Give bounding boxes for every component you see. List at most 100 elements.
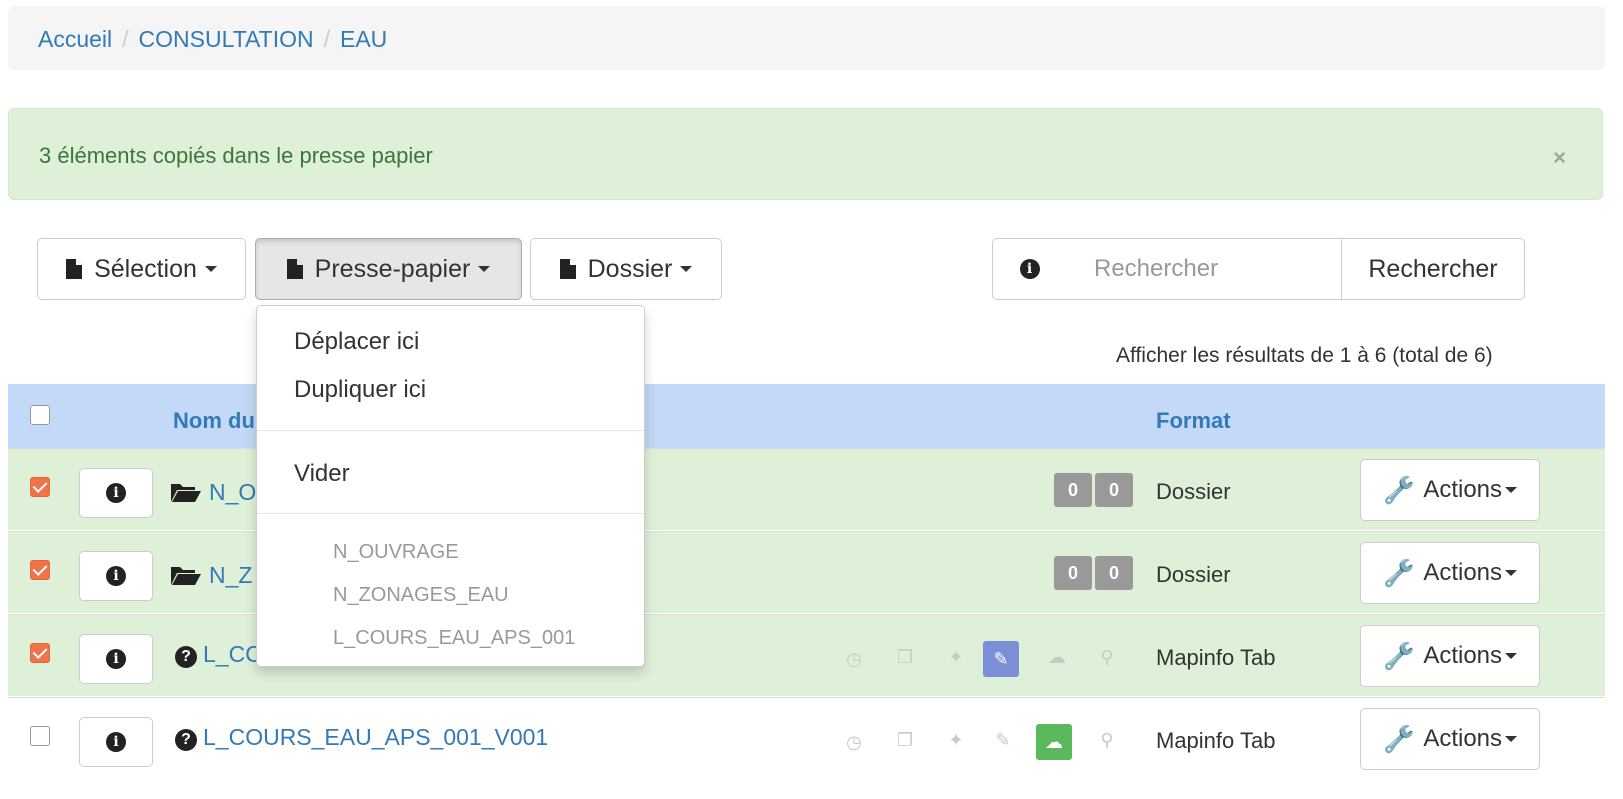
actions-label: Actions xyxy=(1423,642,1503,669)
chevron-down-icon xyxy=(1505,570,1518,576)
actions-label: Actions xyxy=(1423,476,1503,503)
row-name: N_O xyxy=(209,479,257,505)
question-icon: ? xyxy=(175,646,197,668)
info-icon: i xyxy=(106,483,126,503)
row-actions-button[interactable]: 🔧 Actions xyxy=(1360,542,1540,604)
row-format: Mapinfo Tab xyxy=(1156,645,1276,670)
row-name-link[interactable]: ? L_CO xyxy=(175,641,263,668)
wrench-icon: 🔧 xyxy=(1382,640,1416,671)
row-name-link[interactable]: N_O xyxy=(171,479,256,506)
row-info-button[interactable]: i xyxy=(79,634,153,684)
clipboard-dropdown-menu: Déplacer ici Dupliquer ici Vider N_OUVRA… xyxy=(256,305,645,667)
chevron-down-icon xyxy=(478,266,491,272)
row-name: L_COURS_EAU_APS_001_V001 xyxy=(203,724,549,750)
folder-open-icon xyxy=(171,484,201,502)
chevron-down-icon xyxy=(1505,653,1518,659)
pin-icon[interactable]: ✦ xyxy=(943,647,969,668)
actions-label: Actions xyxy=(1423,559,1503,586)
clock-icon[interactable]: ◷ xyxy=(841,649,867,670)
actions-label: Actions xyxy=(1423,725,1503,752)
paperclip-icon[interactable]: ⚲ xyxy=(1094,647,1120,668)
selection-dropdown-button[interactable]: Sélection xyxy=(37,238,246,300)
row-format: Dossier xyxy=(1156,479,1231,504)
copy-icon[interactable]: ❐ xyxy=(892,647,918,668)
column-name-header[interactable]: Nom du xyxy=(173,408,255,434)
chevron-down-icon xyxy=(680,266,693,272)
pin-icon[interactable]: ✦ xyxy=(943,730,969,751)
breadcrumb-eau[interactable]: EAU xyxy=(340,26,387,52)
menu-item-clear[interactable]: Vider xyxy=(294,460,350,488)
row-actions-button[interactable]: 🔧 Actions xyxy=(1360,459,1540,521)
file-icon xyxy=(286,259,303,279)
count-badge: 0 xyxy=(1054,473,1092,507)
clipboard-dropdown-button[interactable]: Presse-papier xyxy=(255,238,522,300)
wrench-icon: 🔧 xyxy=(1382,723,1416,754)
results-summary: Afficher les résultats de 1 à 6 (total d… xyxy=(1116,344,1493,367)
clipboard-entry: L_COURS_EAU_APS_001 xyxy=(333,627,576,649)
search-input[interactable]: Rechercher xyxy=(1066,238,1342,300)
wrench-icon: 🔧 xyxy=(1382,474,1416,505)
copy-icon[interactable]: ❐ xyxy=(892,730,918,751)
clock-icon[interactable]: ◷ xyxy=(841,732,867,753)
folder-dropdown-button[interactable]: Dossier xyxy=(530,238,722,300)
row-info-button[interactable]: i xyxy=(79,551,153,601)
count-badge: 0 xyxy=(1095,556,1133,590)
table-header: Nom du Format xyxy=(8,384,1605,448)
breadcrumb-separator: / xyxy=(323,26,330,52)
alert-close-button[interactable]: × xyxy=(1553,145,1566,171)
row-checkbox[interactable] xyxy=(30,560,50,580)
table-row: i N_O 0 0 Dossier 🔧 Actions xyxy=(8,448,1605,530)
cloud-upload-icon[interactable]: ☁ xyxy=(1044,647,1070,668)
info-icon: i xyxy=(106,566,126,586)
folder-open-icon xyxy=(171,567,201,585)
row-checkbox[interactable] xyxy=(30,726,50,746)
info-icon: i xyxy=(106,649,126,669)
row-name: L_CO xyxy=(203,641,264,667)
row-name-link[interactable]: N_Z xyxy=(171,562,252,589)
breadcrumb: Accueil / CONSULTATION / EAU xyxy=(8,6,1605,70)
row-name-link[interactable]: ? L_COURS_EAU_APS_001_V001 xyxy=(175,724,548,751)
row-format: Dossier xyxy=(1156,562,1231,587)
search-button[interactable]: Rechercher xyxy=(1341,238,1525,300)
search-placeholder: Rechercher xyxy=(1094,255,1219,282)
menu-divider xyxy=(257,430,644,431)
row-actions-button[interactable]: 🔧 Actions xyxy=(1360,708,1540,770)
menu-item-move-here[interactable]: Déplacer ici xyxy=(294,328,419,356)
question-icon: ? xyxy=(175,729,197,751)
search-info-button[interactable]: i xyxy=(992,238,1067,300)
table-row: i ? L_COURS_EAU_APS_001_V001 ◷ ❐ ✦ ✎ ☁ ⚲ … xyxy=(8,697,1605,779)
chevron-down-icon xyxy=(204,266,217,272)
clipboard-entry: N_ZONAGES_EAU xyxy=(333,584,509,606)
feather-icon[interactable]: ✎ xyxy=(983,641,1019,677)
wrench-icon: 🔧 xyxy=(1382,557,1416,588)
row-info-button[interactable]: i xyxy=(79,468,153,518)
row-actions-button[interactable]: 🔧 Actions xyxy=(1360,625,1540,687)
menu-divider xyxy=(257,513,644,514)
menu-item-duplicate-here[interactable]: Dupliquer ici xyxy=(294,376,426,404)
column-format-header[interactable]: Format xyxy=(1156,408,1231,434)
cloud-upload-icon[interactable]: ☁ xyxy=(1036,724,1072,760)
clipboard-label: Presse-papier xyxy=(314,254,471,283)
selection-label: Sélection xyxy=(94,254,197,283)
alert-message: 3 éléments copiés dans le presse papier xyxy=(39,143,433,168)
row-info-button[interactable]: i xyxy=(79,717,153,767)
chevron-down-icon xyxy=(1505,736,1518,742)
breadcrumb-accueil[interactable]: Accueil xyxy=(38,26,112,52)
select-all-checkbox[interactable] xyxy=(30,405,50,425)
row-checkbox[interactable] xyxy=(30,643,50,663)
feather-icon[interactable]: ✎ xyxy=(990,730,1016,751)
breadcrumb-separator: / xyxy=(122,26,129,52)
info-icon: i xyxy=(106,732,126,752)
table-row: i N_Z 0 0 Dossier 🔧 Actions xyxy=(8,531,1605,613)
count-badge: 0 xyxy=(1054,556,1092,590)
file-icon xyxy=(66,259,83,279)
info-icon: i xyxy=(1019,259,1040,279)
chevron-down-icon xyxy=(1505,487,1518,493)
row-format: Mapinfo Tab xyxy=(1156,728,1276,753)
breadcrumb-consultation[interactable]: CONSULTATION xyxy=(139,26,314,52)
folder-label: Dossier xyxy=(587,254,673,283)
row-checkbox[interactable] xyxy=(30,477,50,497)
table-row: i ? L_CO ◷ ❐ ✦ ✎ ☁ ⚲ Mapinfo Tab 🔧 Actions xyxy=(8,614,1605,696)
clipboard-entry: N_OUVRAGE xyxy=(333,541,459,563)
paperclip-icon[interactable]: ⚲ xyxy=(1094,730,1120,751)
